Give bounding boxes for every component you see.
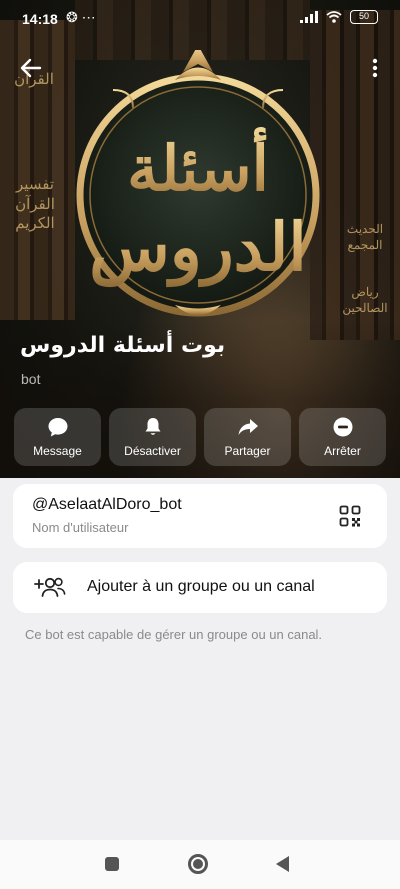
add-to-group-label: Ajouter à un groupe ou un canal — [87, 578, 315, 595]
stop-bot-button-label: Arrêter — [324, 444, 361, 458]
qr-code-icon[interactable] — [339, 505, 361, 527]
mute-button[interactable]: Désactiver — [109, 408, 196, 466]
recent-apps-icon[interactable] — [105, 857, 119, 871]
battery-icon: 50 — [350, 10, 378, 24]
share-button-label: Partager — [224, 444, 271, 458]
status-right-icons: 50 — [300, 10, 378, 24]
emblem-text-line1: أسئلة — [127, 126, 269, 205]
bot-avatar-emblem: أسئلة الدروس — [76, 50, 320, 317]
profile-header: القرآن تفسير القرآن الكريم الحديث المجمع… — [0, 0, 400, 478]
back-arrow-icon[interactable] — [18, 55, 44, 81]
emblem-text-line2: الدروس — [89, 208, 306, 288]
bot-capability-note: Ce bot est capable de gérer un groupe ou… — [25, 627, 323, 642]
share-button[interactable]: Partager — [204, 408, 291, 466]
system-back-icon[interactable] — [276, 856, 289, 872]
add-to-group-card[interactable]: Ajouter à un groupe ou un canal — [13, 562, 387, 613]
bot-type-label: bot — [21, 371, 41, 387]
status-bar: 14:18 ❂ ⋯ 50 — [0, 0, 400, 36]
message-button[interactable]: Message — [14, 408, 101, 466]
username-value: @AselaatAlDoro_bot — [32, 496, 182, 513]
bot-name: بوت أسئلة الدروس — [20, 333, 226, 358]
username-caption: Nom d'utilisateur — [32, 520, 129, 535]
signal-icon — [300, 11, 318, 23]
wifi-icon — [326, 11, 342, 23]
status-time: 14:18 — [22, 11, 58, 27]
message-button-label: Message — [33, 444, 82, 458]
mute-button-label: Désactiver — [124, 444, 181, 458]
stop-circle-icon — [333, 417, 352, 437]
share-arrow-icon — [238, 419, 258, 435]
book-spine-text: رياض الصالحين — [342, 285, 388, 315]
book-spine-text: الحديث المجمع — [346, 222, 384, 252]
book-spine-text: تفسير القرآن الكريم — [15, 175, 55, 232]
bell-icon — [145, 418, 160, 435]
add-people-icon — [34, 577, 66, 597]
notification-icons: ❂ ⋯ — [66, 9, 96, 25]
chat-bubble-icon — [48, 418, 67, 437]
username-card[interactable]: @AselaatAlDoro_bot Nom d'utilisateur — [13, 484, 387, 548]
system-navigation-bar — [0, 840, 400, 889]
home-icon[interactable] — [188, 854, 208, 874]
action-buttons-row: Message Désactiver Partager Arrêter — [14, 408, 386, 466]
more-options-icon[interactable] — [370, 55, 380, 81]
stop-bot-button[interactable]: Arrêter — [299, 408, 386, 466]
